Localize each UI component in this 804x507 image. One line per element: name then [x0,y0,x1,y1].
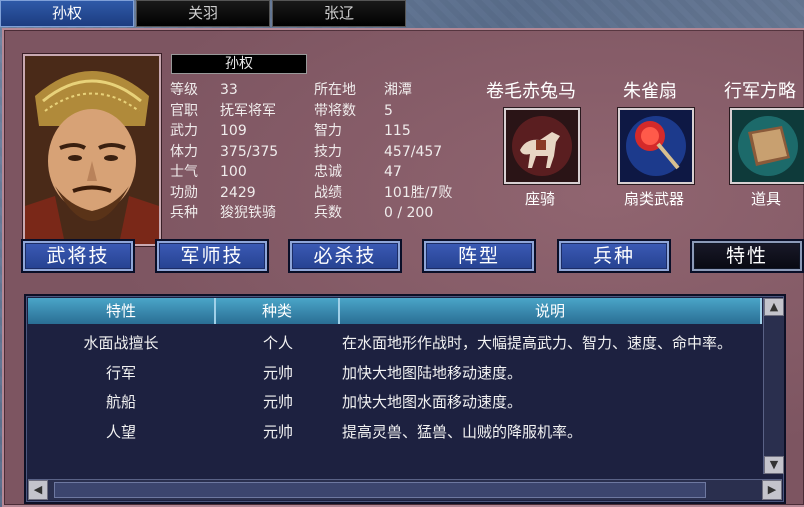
table-row[interactable]: 行军 元帅 加快大地图陆地移动速度。 [28,358,784,388]
stat-row: 兵种 狻猊铁骑 兵数 0 / 200 [170,203,500,224]
stat-label: 功勋 [170,184,198,201]
stat-value: 狻猊铁骑 [220,205,276,221]
stat-row: 体力 375/375 技力 457/457 [170,142,500,163]
trait-kind: 元帅 [262,363,293,382]
stat-value: 457/457 [384,143,443,160]
vertical-scrollbar[interactable]: ▲ ▼ [763,298,784,474]
stat-value: 100 [220,164,247,180]
stat-label: 忠诚 [314,164,342,180]
stat-value: 湘潭 [384,82,412,98]
trait-name: 人望 [105,422,136,441]
horizontal-scroll-thumb[interactable] [54,482,706,498]
item-name: 行军方略 [724,81,796,102]
trait-name: 水面战擅长 [83,334,159,352]
stat-label: 智力 [314,123,342,139]
scroll-left-icon[interactable]: ◀ [28,480,48,500]
portrait-image [25,56,159,244]
stat-label: 技力 [314,143,342,160]
mount-slot[interactable] [504,108,580,184]
mount-name: 卷毛赤兔马 [486,81,576,102]
stat-value: 0 / 200 [384,205,434,221]
table-row[interactable]: 人望 元帅 提高灵兽、猛兽、山贼的降服机率。 [28,417,784,447]
formation-button[interactable]: 阵型 [422,239,536,273]
item-caption: 道具 [750,190,781,208]
stat-label: 官职 [170,102,198,119]
stat-label: 士气 [170,164,198,180]
weapon-slot[interactable] [618,108,694,184]
column-header-trait[interactable]: 特性 [28,298,216,324]
stat-label: 兵种 [170,205,198,221]
scroll-right-icon[interactable]: ▶ [762,480,782,500]
stat-value: 375/375 [220,143,279,160]
weapon-caption: 扇类武器 [623,190,684,208]
traits-table: 特性 种类 说明 水面战擅长 个人 在水面地形作战时，大幅提高武力、智力、速度、… [24,294,786,504]
stat-value: 2429 [220,184,256,201]
stat-value: 33 [220,82,238,98]
stat-value: 101胜/7败 [384,184,453,201]
weapon-name: 朱雀扇 [623,81,677,102]
stat-value: 5 [384,102,393,119]
stat-row: 士气 100 忠诚 47 [170,162,500,183]
trait-kind: 元帅 [262,393,293,411]
tab-guan-yu[interactable]: 关羽 [136,0,270,27]
scroll-down-icon[interactable]: ▼ [764,456,784,474]
stat-label: 带将数 [314,102,356,119]
trait-kind: 元帅 [262,422,293,441]
column-header-description[interactable]: 说明 [340,298,762,324]
item-slot[interactable] [730,108,804,184]
general-tabs: 孙权 关羽 张辽 [0,0,408,27]
trait-description: 加快大地图水面移动速度。 [342,393,523,411]
trait-description: 提高灵兽、猛兽、山贼的降服机率。 [342,422,583,441]
stat-label: 战绩 [314,184,342,201]
horse-icon [506,110,578,182]
horizontal-scrollbar[interactable]: ◀ ▶ [28,479,782,500]
stat-value: 抚军将军 [220,102,276,119]
stat-row: 武力 109 智力 115 [170,121,500,142]
table-row[interactable]: 航船 元帅 加快大地图水面移动速度。 [28,387,784,417]
traits-button[interactable]: 特性 [690,239,804,273]
trait-name: 航船 [105,393,136,411]
trait-description: 在水面地形作战时，大幅提高武力、智力、速度、命中率。 [342,334,733,352]
trait-name: 行军 [105,363,136,382]
mount-caption: 座骑 [524,190,555,208]
stat-row: 功勋 2429 战绩 101胜/7败 [170,183,500,204]
troop-type-button[interactable]: 兵种 [557,239,671,273]
stat-label: 兵数 [314,205,342,221]
stat-label: 体力 [170,143,198,160]
table-body: 水面战擅长 个人 在水面地形作战时，大幅提高武力、智力、速度、命中率。 行军 元… [28,328,784,446]
stat-row: 等级 33 所在地 湘潭 [170,80,500,101]
table-header: 特性 种类 说明 [28,298,784,324]
trait-description: 加快大地图陆地移动速度。 [342,363,523,382]
table-row[interactable]: 水面战擅长 个人 在水面地形作战时，大幅提高武力、智力、速度、命中率。 [28,328,784,358]
scroll-up-icon[interactable]: ▲ [764,298,784,316]
strategist-skill-button[interactable]: 军师技 [155,239,269,273]
trait-kind: 个人 [262,334,293,352]
special-attack-button[interactable]: 必杀技 [288,239,402,273]
feather-fan-icon [620,110,692,182]
stat-row: 官职 抚军将军 带将数 5 [170,101,500,122]
tab-zhang-liao[interactable]: 张辽 [272,0,406,27]
general-stats: 等级 33 所在地 湘潭 官职 抚军将军 带将数 5 武力 109 智力 115… [170,80,500,224]
stat-value: 47 [384,164,402,180]
stat-label: 等级 [170,82,198,98]
tab-sun-quan[interactable]: 孙权 [0,0,134,27]
stat-value: 115 [384,123,411,139]
general-portrait [23,54,161,246]
general-name: 孙权 [171,54,307,74]
general-info-panel: 孙权 等级 33 所在地 湘潭 官职 抚军将军 带将数 5 武力 109 智力 … [2,28,804,507]
column-header-kind[interactable]: 种类 [216,298,340,324]
stat-value: 109 [220,123,247,139]
book-icon [732,110,804,182]
general-skill-button[interactable]: 武将技 [21,239,135,273]
stat-label: 武力 [170,123,198,139]
stat-label: 所在地 [314,82,356,98]
